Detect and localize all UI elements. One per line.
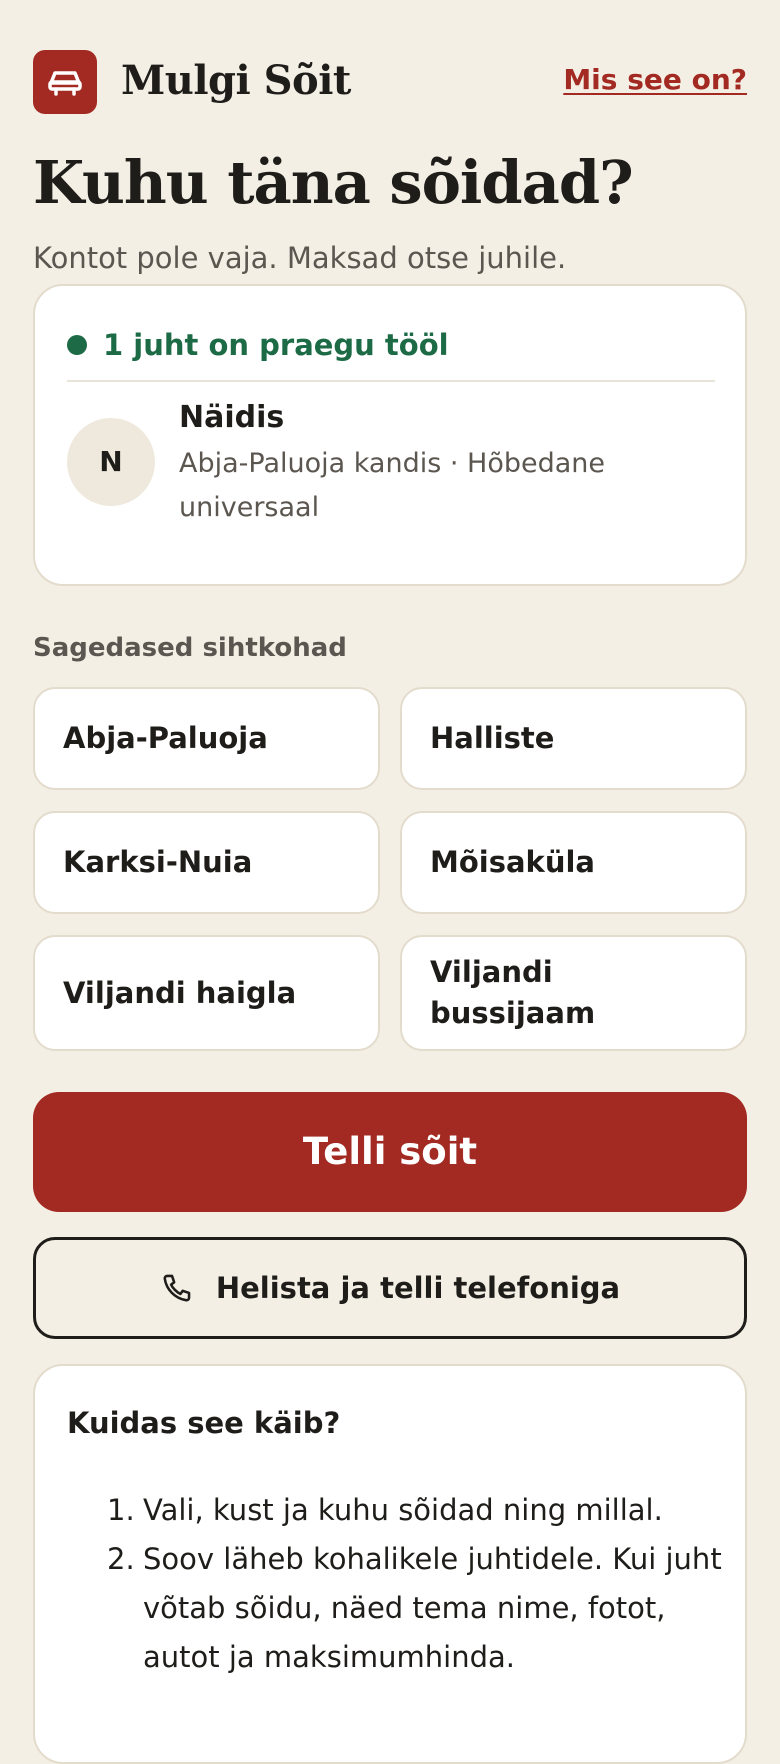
destination-label: Karksi-Nuia — [63, 845, 253, 879]
logo — [33, 50, 97, 114]
list-item: 1. Vali, kust ja kuhu sõidad ning millal… — [107, 1486, 727, 1535]
step-text: Vali, kust ja kuhu sõidad ning millal. — [143, 1493, 663, 1527]
driver-name: Näidis — [179, 400, 285, 435]
destination-label: Abja-Paluoja — [63, 721, 268, 755]
destination-label: Mõisaküla — [430, 845, 595, 879]
page-title: Kuhu täna sõidad? — [33, 148, 634, 217]
call-button-content: Helista ja telli telefoniga — [36, 1240, 744, 1336]
destination-button[interactable]: Viljandi haigla — [33, 935, 380, 1051]
steps-list: 1. Vali, kust ja kuhu sõidad ning millal… — [107, 1486, 727, 1682]
page-subtitle: Kontot pole vaja. Maksad otse juhile. — [33, 241, 567, 275]
call-button[interactable]: Helista ja telli telefoniga — [33, 1237, 747, 1339]
destination-button[interactable]: Abja-Paluoja — [33, 687, 380, 790]
status-dot-icon — [67, 335, 87, 355]
help-link[interactable]: Mis see on? — [563, 60, 747, 100]
driver-card: 1 juht on praegu tööl N Näidis Abja-Palu… — [33, 284, 747, 586]
destination-button[interactable]: Mõisaküla — [400, 811, 747, 914]
header: Mulgi Sõit Mis see on? — [33, 50, 747, 114]
destinations-label: Sagedased sihtkohad — [33, 633, 347, 663]
status-text: 1 juht on praegu tööl — [103, 328, 449, 362]
list-item: 2. Soov läheb kohalikele juhtidele. Kui … — [107, 1535, 727, 1682]
how-it-works-card: Kuidas see käib? 1. Vali, kust ja kuhu s… — [33, 1364, 747, 1764]
destination-button[interactable]: Karksi-Nuia — [33, 811, 380, 914]
how-it-works-title: Kuidas see käib? — [67, 1406, 341, 1440]
step-number: 2. — [107, 1542, 135, 1576]
destination-label: Viljandi haigla — [63, 975, 297, 1010]
destination-label: Halliste — [430, 721, 555, 755]
step-number: 1. — [107, 1493, 135, 1527]
order-ride-button[interactable]: Telli sõit — [33, 1092, 747, 1212]
destination-button[interactable]: Halliste — [400, 687, 747, 790]
step-text: Soov läheb kohalikele juhtidele. Kui juh… — [143, 1542, 722, 1674]
destination-button[interactable]: Viljandi bussijaam — [400, 935, 747, 1051]
driver-description: Abja-Paluoja kandis · Hõbedane universaa… — [179, 448, 606, 523]
avatar: N — [67, 418, 155, 506]
car-icon — [48, 71, 82, 96]
phone-icon — [163, 1274, 191, 1302]
call-button-label: Helista ja telli telefoniga — [215, 1271, 621, 1305]
driver-status: 1 juht on praegu tööl — [67, 324, 715, 382]
destination-label: Viljandi bussijaam — [430, 955, 596, 1030]
brand-name: Mulgi Sõit — [121, 57, 351, 104]
